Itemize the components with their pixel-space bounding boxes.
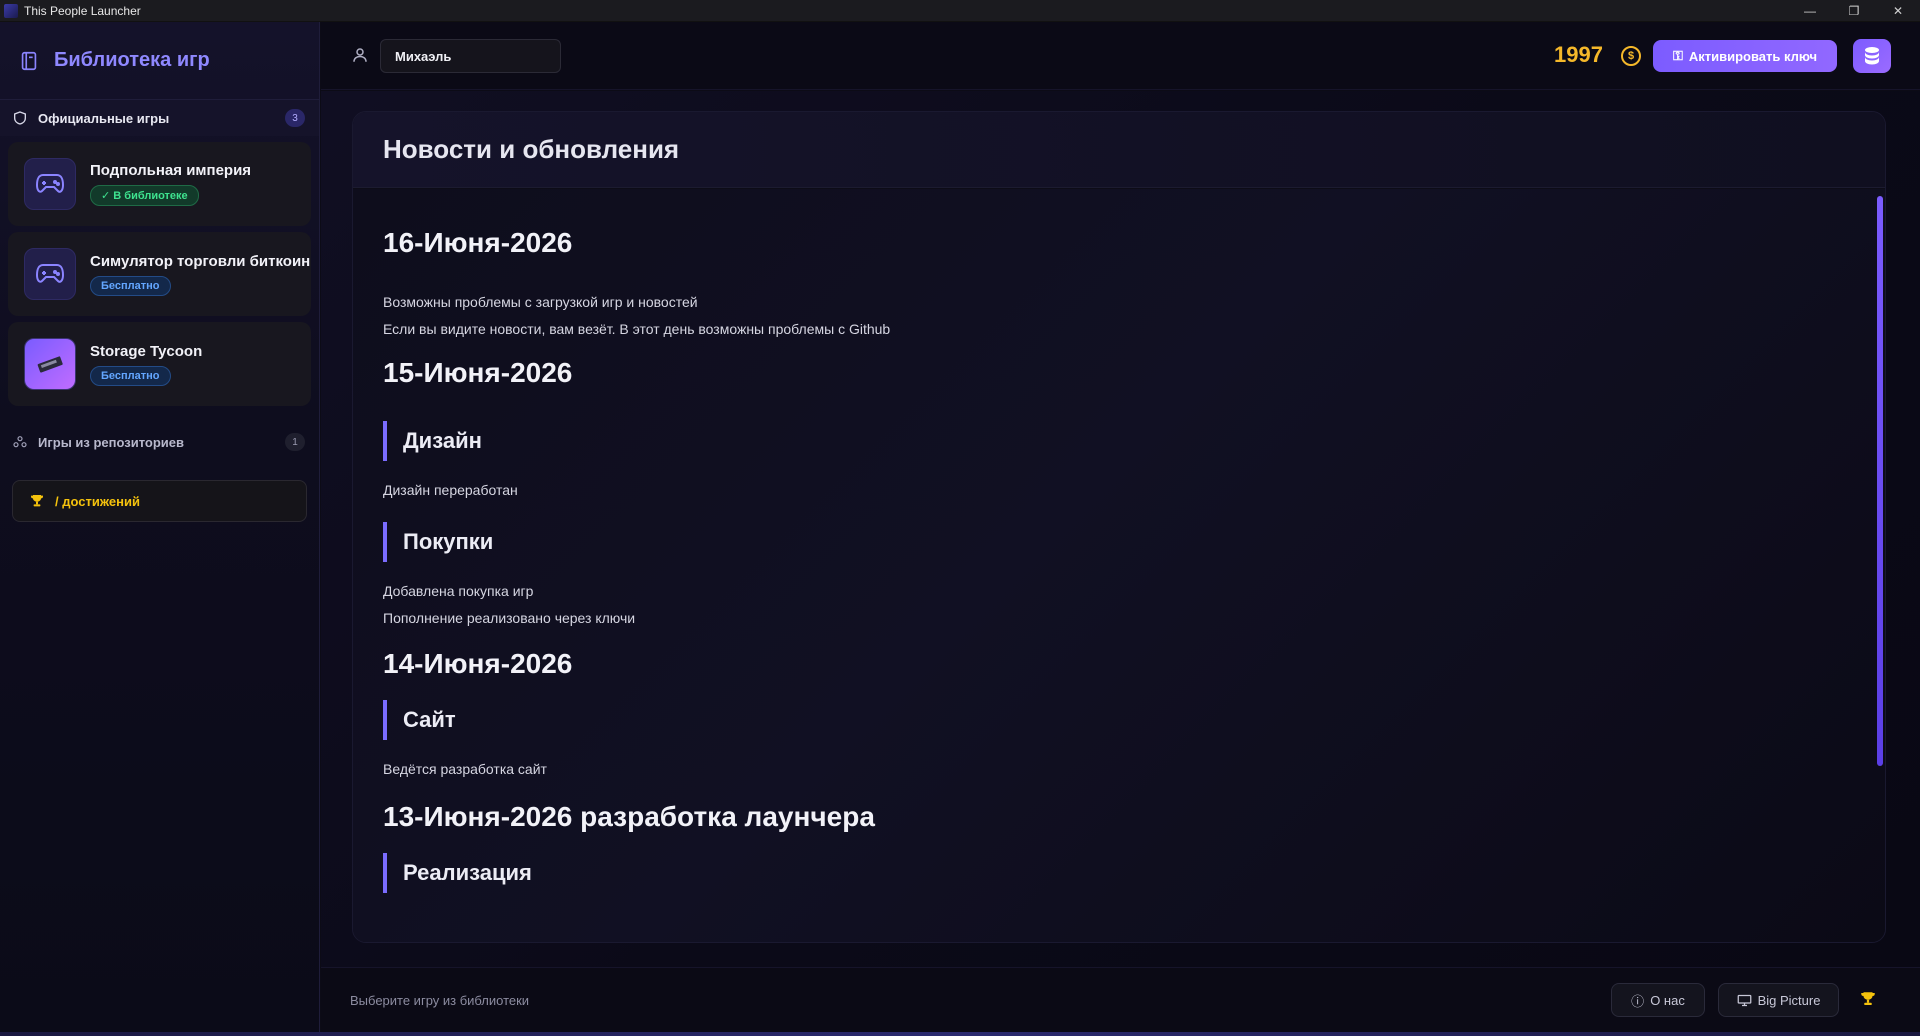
achievements-button[interactable]: / достижений — [12, 480, 307, 522]
news-panel: Новости и обновления 16-Июня-2026 Возмож… — [352, 111, 1886, 943]
window-controls: — ❐ ✕ — [1788, 0, 1920, 22]
news-scrollbar[interactable] — [1877, 196, 1883, 766]
news-line: Ведётся разработка сайт — [383, 761, 547, 777]
news-subheading: Покупки — [383, 522, 1857, 562]
news-line: Если вы видите новости, вам везёт. В это… — [383, 321, 891, 337]
bottom-accent-line — [0, 1032, 1920, 1036]
news-title: Новости и обновления — [383, 134, 680, 164]
game-card-underground-empire[interactable]: Подпольная империя ✓ В библиотеке — [8, 142, 311, 226]
game-card-bitcoin-simulator[interactable]: Симулятор торговли биткоинами Бесплатно — [8, 232, 311, 316]
library-title: Библиотека игр — [54, 49, 210, 71]
game-name: Подпольная империя — [90, 162, 252, 179]
bottombar: Выберите игру из библиотеки ⓘ О нас Big … — [321, 967, 1920, 1032]
news-line: Пополнение реализовано через ключи — [383, 610, 636, 626]
topbar: 1997 $ ⚿ Активировать ключ — [321, 22, 1920, 90]
section-official-label: Официальные игры — [38, 110, 170, 126]
in-library-badge: ✓ В библиотеке — [90, 185, 199, 206]
news-date: 15-Июня-2026 — [383, 357, 573, 388]
big-picture-label: Big Picture — [1757, 992, 1821, 1008]
app-icon — [4, 3, 18, 18]
about-label: О нас — [1650, 992, 1685, 1008]
game-info: Подпольная империя ✓ В библиотеке — [90, 162, 310, 206]
about-button[interactable]: ⓘ О нас — [1611, 983, 1705, 1017]
book-icon — [21, 51, 37, 70]
free-badge: Бесплатно — [90, 365, 171, 386]
news-subheading: Реализация — [383, 853, 1857, 893]
sidebar-header: Библиотека игр — [0, 22, 319, 100]
news-date: 13-Июня-2026 разработка лаунчера — [383, 801, 875, 832]
free-badge: Бесплатно — [90, 275, 171, 296]
coin-icon: $ — [1621, 46, 1641, 66]
monitor-icon — [1737, 994, 1751, 1006]
info-icon: ⓘ — [1631, 993, 1645, 1009]
activate-key-button[interactable]: ⚿ Активировать ключ — [1653, 40, 1837, 72]
news-subheading: Сайт — [383, 700, 1857, 740]
news-date: 16-Июня-2026 — [383, 227, 573, 258]
news-feed[interactable]: 16-Июня-2026 Возможны проблемы с загрузк… — [353, 189, 1885, 942]
trophy-icon[interactable] — [1859, 990, 1877, 1008]
database-icon — [1865, 47, 1879, 65]
database-button[interactable] — [1853, 39, 1891, 73]
maximize-button[interactable]: ❐ — [1832, 0, 1876, 22]
coin-balance: 1997 — [1554, 42, 1603, 67]
window-titlebar: This People Launcher — ❐ ✕ — [0, 0, 1920, 22]
window-title: This People Launcher — [24, 3, 141, 18]
section-repos-label: Игры из репозиториев — [38, 434, 185, 450]
official-count-badge: 3 — [285, 109, 305, 127]
news-line: Дизайн переработан — [383, 482, 518, 498]
key-icon: ⚿ — [1672, 48, 1683, 63]
status-text: Выберите игру из библиотеки — [350, 993, 530, 1008]
game-thumb — [24, 248, 76, 300]
game-cover-image — [24, 338, 76, 390]
sidebar: Библиотека игр Официальные игры 3 Подпол… — [0, 22, 320, 1032]
shield-icon — [14, 111, 26, 125]
big-picture-button[interactable]: Big Picture — [1718, 983, 1839, 1017]
repos-icon — [13, 436, 27, 448]
game-info: Storage Tycoon Бесплатно — [90, 343, 310, 386]
trophy-icon — [31, 495, 43, 507]
game-thumb — [24, 158, 76, 210]
storage-cover-icon — [37, 356, 63, 373]
close-button[interactable]: ✕ — [1876, 0, 1920, 22]
username-input[interactable] — [380, 39, 561, 73]
game-card-storage-tycoon[interactable]: Storage Tycoon Бесплатно — [8, 322, 311, 406]
news-text-block: Возможны проблемы с загрузкой игр и ново… — [383, 289, 1857, 343]
news-header: Новости и обновления — [353, 112, 1885, 188]
game-info: Симулятор торговли биткоинами Бесплатно — [90, 253, 310, 296]
news-date: 14-Июня-2026 — [383, 648, 573, 679]
news-line: Возможны проблемы с загрузкой игр и ново… — [383, 294, 698, 310]
activate-key-label: Активировать ключ — [1688, 48, 1818, 64]
repos-count-badge: 1 — [285, 433, 305, 451]
gamepad-icon — [35, 264, 65, 283]
user-icon — [353, 48, 367, 62]
section-official-games[interactable]: Официальные игры 3 — [0, 100, 319, 136]
minimize-button[interactable]: — — [1788, 0, 1832, 22]
game-name: Storage Tycoon — [90, 342, 203, 360]
news-subheading: Дизайн — [383, 421, 1857, 461]
achievements-label: / достижений — [55, 493, 140, 509]
main-area: Новости и обновления 16-Июня-2026 Возмож… — [321, 91, 1920, 967]
game-name: Симулятор торговли биткоинами — [90, 252, 310, 270]
news-line: Добавлена покупка игр — [383, 583, 534, 599]
section-repo-games[interactable]: Игры из репозиториев 1 — [0, 424, 319, 460]
gamepad-icon — [35, 174, 65, 193]
